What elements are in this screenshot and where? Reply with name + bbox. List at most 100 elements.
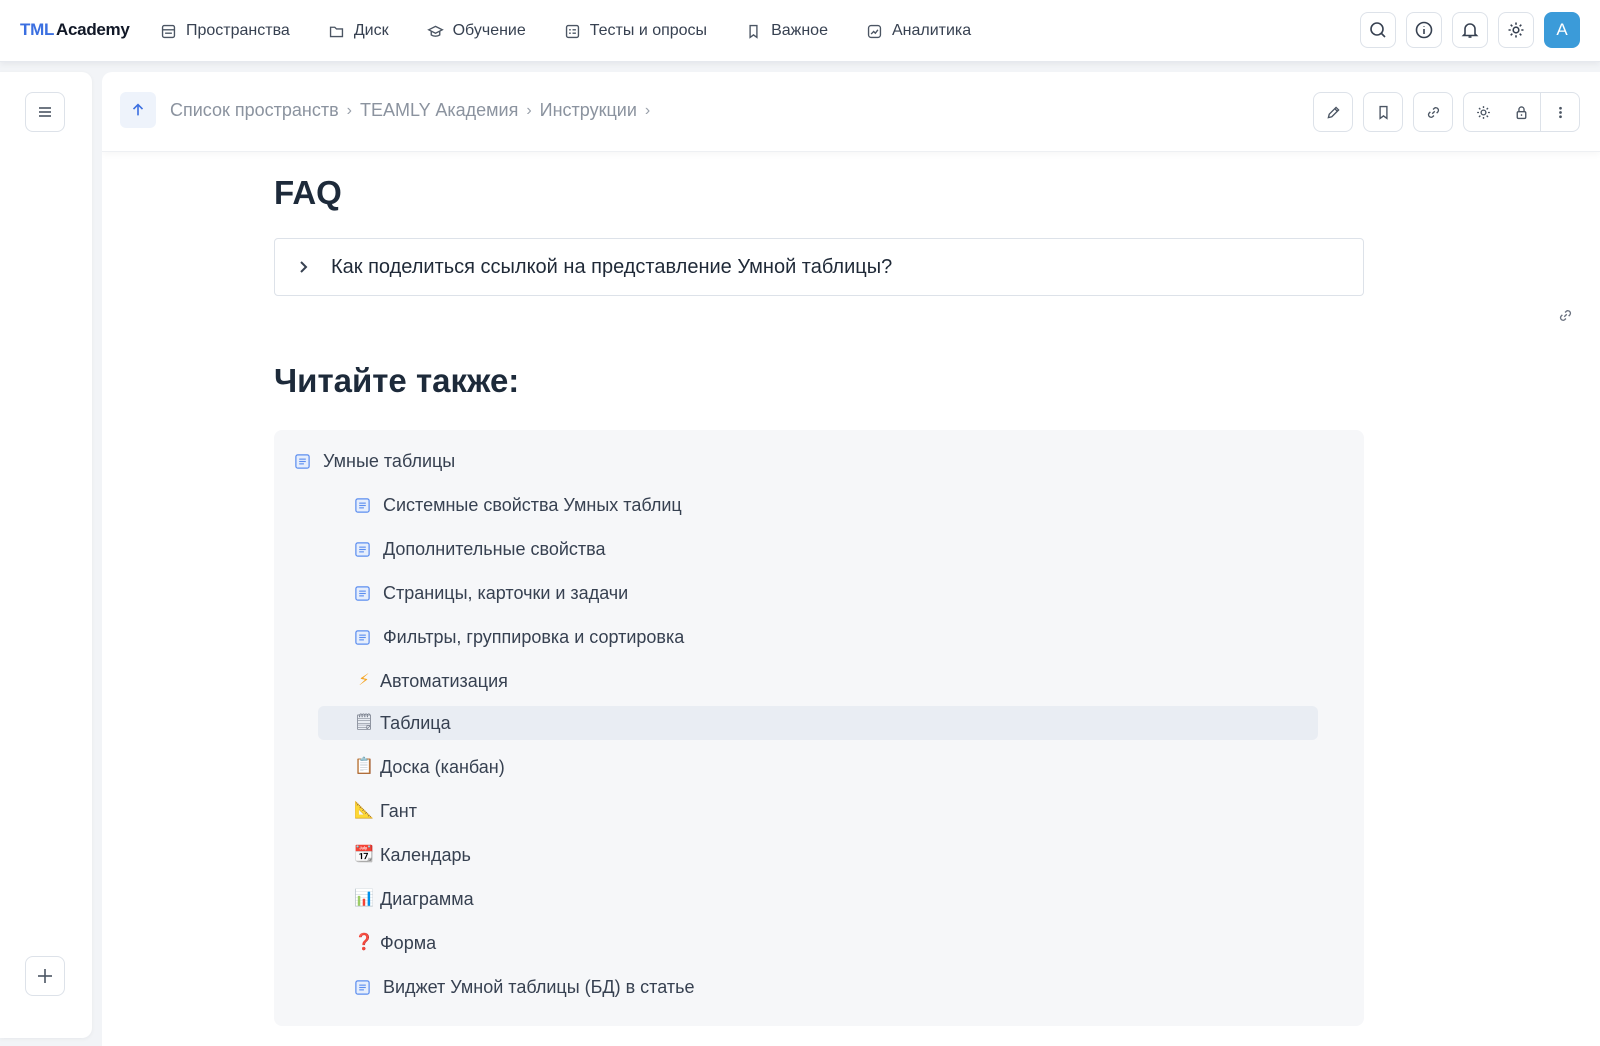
nav-important-label: Важное bbox=[771, 22, 828, 39]
pencil-icon bbox=[1326, 105, 1340, 119]
related-link-label: Гант bbox=[380, 800, 417, 821]
related-link-label: Календарь bbox=[380, 844, 471, 865]
faq-question: Как поделиться ссылкой на представление … bbox=[331, 255, 893, 278]
breadcrumb-separator: › bbox=[644, 101, 651, 119]
main-nav: Пространства Диск Обучение Тесты и опрос… bbox=[160, 0, 1009, 62]
clipboard-icon: 📋 bbox=[354, 758, 374, 775]
related-link-label: Автоматизация bbox=[380, 670, 508, 691]
anchor-link-button[interactable] bbox=[1554, 304, 1576, 326]
hamburger-icon bbox=[39, 107, 51, 117]
left-sidebar bbox=[0, 72, 92, 1038]
related-link-automation[interactable]: ⚡ Автоматизация bbox=[354, 664, 508, 698]
related-link-label: Дополнительные свойства bbox=[383, 538, 606, 559]
bookmark-icon bbox=[1378, 105, 1388, 120]
bookmark-button[interactable] bbox=[1363, 92, 1403, 132]
breadcrumb-separator: › bbox=[526, 101, 532, 119]
bookmark-icon bbox=[749, 24, 758, 39]
doc-icon bbox=[355, 629, 370, 645]
doc-icon bbox=[355, 585, 370, 601]
breadcrumb-spaces-list[interactable]: Список пространств bbox=[170, 100, 339, 121]
related-link-label: Виджет Умной таблицы (БД) в статье bbox=[383, 976, 695, 997]
nav-disk[interactable]: Диск bbox=[328, 11, 389, 51]
app-logo[interactable]: TML Academy bbox=[20, 20, 130, 40]
related-parent-link[interactable]: Умные таблицы bbox=[294, 444, 455, 478]
ruler-icon: 📐 bbox=[354, 802, 374, 819]
spreadsheet-icon: 🗒 bbox=[354, 714, 375, 731]
nav-analytics[interactable]: Аналитика bbox=[866, 11, 971, 51]
page-actions bbox=[1303, 92, 1580, 132]
lock-icon bbox=[1516, 105, 1526, 119]
related-link-chart[interactable]: 📊 Диаграмма bbox=[354, 882, 474, 916]
spaces-icon bbox=[161, 24, 176, 38]
search-button[interactable] bbox=[1360, 12, 1396, 48]
top-bar: TML Academy Пространства Диск Обучение Т… bbox=[0, 0, 1600, 62]
link-icon bbox=[1559, 309, 1571, 321]
nav-spaces-label: Пространства bbox=[186, 22, 290, 39]
main-content: Список пространств › TEAMLY Академия › И… bbox=[102, 72, 1600, 1046]
nav-learning-label: Обучение bbox=[452, 22, 526, 39]
related-link-gantt[interactable]: 📐 Гант bbox=[354, 794, 417, 828]
nav-spaces[interactable]: Пространства bbox=[160, 11, 290, 51]
search-icon bbox=[1370, 22, 1386, 38]
copy-link-button[interactable] bbox=[1413, 92, 1453, 132]
related-link-extra-properties[interactable]: Дополнительные свойства bbox=[354, 532, 606, 566]
related-parent-label: Умные таблицы bbox=[323, 450, 456, 471]
doc-icon bbox=[295, 453, 310, 469]
page-settings-button[interactable] bbox=[1464, 93, 1502, 131]
related-link-widget[interactable]: Виджет Умной таблицы (БД) в статье bbox=[354, 970, 694, 1004]
graduation-cap-icon bbox=[426, 25, 444, 37]
nav-analytics-label: Аналитика bbox=[891, 22, 972, 39]
question-icon: ❓ bbox=[354, 934, 374, 951]
related-link-form[interactable]: ❓ Форма bbox=[354, 926, 436, 960]
related-link-label: Таблица bbox=[380, 712, 451, 733]
related-link-label: Фильтры, группировка и сортировка bbox=[383, 626, 685, 647]
related-link-label: Диаграмма bbox=[380, 888, 474, 909]
read-also-heading: Читайте также: bbox=[274, 362, 520, 399]
nav-important[interactable]: Важное bbox=[745, 11, 828, 51]
related-articles: Умные таблицы Системные свойства Умных т… bbox=[274, 430, 1364, 1026]
related-link-kanban[interactable]: 📋 Доска (канбан) bbox=[354, 750, 505, 784]
edit-button[interactable] bbox=[1313, 92, 1353, 132]
related-link-label: Страницы, карточки и задачи bbox=[383, 582, 629, 603]
page-settings-group bbox=[1463, 92, 1580, 132]
info-button[interactable] bbox=[1406, 12, 1442, 48]
breadcrumb: Список пространств › TEAMLY Академия › И… bbox=[170, 100, 658, 121]
notifications-button[interactable] bbox=[1452, 12, 1488, 48]
related-link-table[interactable]: 🗒 Таблица bbox=[318, 706, 1318, 740]
nav-tests[interactable]: Тесты и опросы bbox=[564, 11, 707, 51]
plus-icon bbox=[38, 969, 52, 983]
analytics-icon bbox=[867, 24, 882, 38]
breadcrumb-academy[interactable]: TEAMLY Академия bbox=[360, 100, 518, 121]
lightning-icon: ⚡ bbox=[358, 672, 370, 689]
checklist-icon bbox=[565, 24, 579, 38]
related-link-filters[interactable]: Фильтры, группировка и сортировка bbox=[354, 620, 684, 654]
doc-icon bbox=[355, 541, 370, 557]
bar-chart-icon: 📊 bbox=[354, 890, 374, 907]
chevron-right-icon bbox=[300, 261, 308, 273]
doc-icon bbox=[355, 497, 370, 513]
user-avatar[interactable]: A bbox=[1544, 12, 1580, 48]
add-button[interactable] bbox=[25, 956, 65, 996]
go-up-button[interactable] bbox=[120, 92, 156, 128]
settings-button[interactable] bbox=[1498, 12, 1534, 48]
gear-icon bbox=[1508, 22, 1524, 38]
arrow-up-icon bbox=[132, 103, 144, 116]
related-link-calendar[interactable]: 📆 Календарь bbox=[354, 838, 471, 872]
related-link-pages-cards-tasks[interactable]: Страницы, карточки и задачи bbox=[354, 576, 628, 610]
logo-brand: TML bbox=[20, 20, 55, 39]
menu-toggle-button[interactable] bbox=[25, 92, 65, 132]
more-options-button[interactable] bbox=[1541, 93, 1579, 131]
related-link-label: Системные свойства Умных таблиц bbox=[383, 494, 682, 515]
access-button[interactable] bbox=[1502, 93, 1540, 131]
related-link-system-properties[interactable]: Системные свойства Умных таблиц bbox=[354, 488, 682, 522]
logo-text: Academy bbox=[56, 20, 130, 39]
nav-learning[interactable]: Обучение bbox=[426, 11, 526, 51]
calendar-icon: 📆 bbox=[354, 846, 374, 863]
page-header: Список пространств › TEAMLY Академия › И… bbox=[102, 72, 1600, 152]
bell-icon bbox=[1461, 23, 1479, 38]
related-link-label: Доска (канбан) bbox=[380, 756, 505, 777]
top-actions: A bbox=[1350, 12, 1580, 48]
breadcrumb-instructions[interactable]: Инструкции bbox=[540, 100, 637, 121]
nav-disk-label: Диск bbox=[353, 22, 389, 39]
faq-expander[interactable]: Как поделиться ссылкой на представление … bbox=[274, 238, 1364, 296]
